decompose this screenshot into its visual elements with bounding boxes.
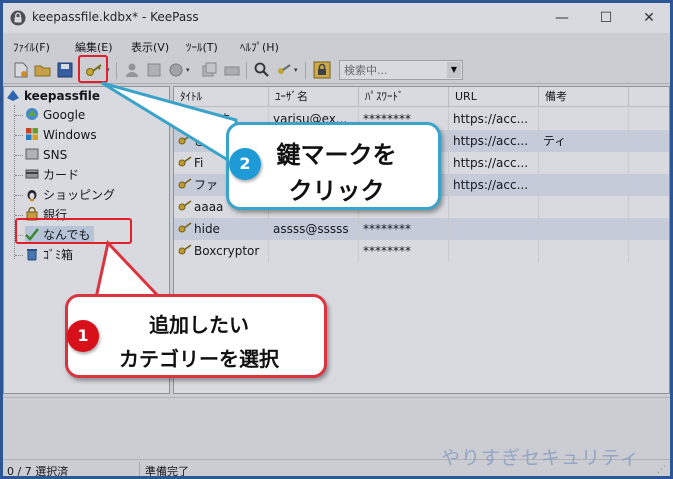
callout-step-1: 追加したい カテゴリーを選択	[65, 294, 327, 378]
callout-1-tail	[94, 239, 164, 300]
callout-pointers	[94, 81, 238, 300]
callout-2-tail	[101, 81, 238, 168]
callout-2-line2: クリック	[288, 177, 385, 205]
callout-1-line2: カテゴリーを選択	[119, 347, 279, 371]
step-2-badge: 2	[229, 148, 261, 180]
callout-1-line1: 追加したい	[149, 313, 249, 337]
callout-2-line1: 鍵マークを	[276, 141, 397, 169]
step-1-badge: 1	[67, 320, 99, 352]
